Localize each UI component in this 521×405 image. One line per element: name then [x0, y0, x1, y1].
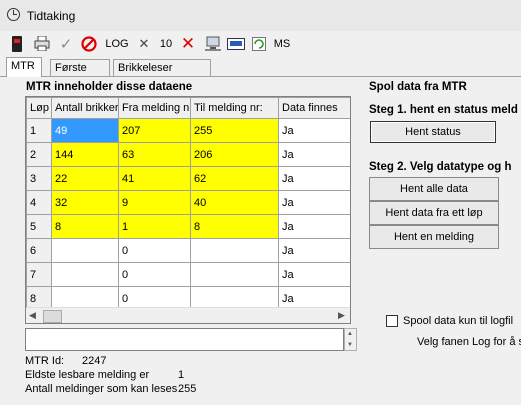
column-header[interactable]: Løp — [26, 97, 52, 119]
table-row[interactable]: 6 0 Ja — [26, 238, 350, 263]
ms-button[interactable]: MS — [271, 35, 293, 52]
scroll-up-icon[interactable]: ▲ — [347, 331, 353, 337]
table-cell[interactable] — [51, 238, 119, 263]
refresh-icon[interactable] — [251, 35, 267, 52]
header-row: Løp Antall brikker Fra melding nr Til me… — [26, 97, 350, 119]
table-cell[interactable]: Ja — [278, 142, 350, 167]
table-row[interactable]: 2 144 63 206 Ja — [26, 142, 350, 167]
step1-label: Steg 1. hent en status meld — [369, 104, 518, 116]
table-cell[interactable]: Ja — [278, 166, 350, 191]
table-row[interactable]: 7 0 Ja — [26, 262, 350, 287]
close-icon[interactable]: ✕ — [179, 34, 197, 53]
table-cell[interactable]: 32 — [51, 190, 119, 215]
check-icon[interactable]: ✓ — [58, 35, 74, 53]
tab-reader-clock[interactable]: Brikkeleser klokke — [113, 59, 211, 90]
spool-log-checkbox[interactable] — [386, 315, 398, 327]
table-cell[interactable]: 63 — [118, 142, 191, 167]
fast-forward-icon[interactable]: ✕ — [136, 35, 152, 52]
scroll-thumb[interactable] — [43, 310, 62, 323]
window-title: Tidtaking — [27, 9, 76, 23]
network-icon[interactable] — [203, 35, 223, 52]
toolbar: ✓ LOG ✕ 10 ✕ MS — [0, 31, 521, 56]
table-cell[interactable]: Ja — [278, 190, 350, 215]
table-row[interactable]: 5 8 1 8 Ja — [26, 214, 350, 239]
data-table: Løp Antall brikker Fra melding nr Til me… — [26, 97, 350, 311]
column-header[interactable]: Data finnes — [278, 97, 350, 119]
table-cell[interactable]: 0 — [118, 238, 191, 263]
table-cell[interactable]: 144 — [51, 142, 119, 167]
table-row[interactable]: 1 49 207 255 Ja — [26, 118, 350, 143]
tab-mtr[interactable]: MTR — [6, 57, 42, 77]
get-status-button[interactable]: Hent status — [370, 121, 496, 143]
table-cell[interactable]: 62 — [190, 166, 279, 191]
tab-strip: MTR Første side Brikkeleser klokke — [0, 57, 521, 90]
count-value: 255 — [178, 383, 197, 395]
table-cell[interactable]: 40 — [190, 190, 279, 215]
table-cell[interactable]: 1 — [118, 214, 191, 239]
column-header[interactable]: Antall brikker — [51, 97, 119, 119]
log-tab-hint: Velg fanen Log for å s — [417, 336, 521, 348]
count-label: Antall meldinger som kan leses — [25, 383, 178, 395]
scroll-right-icon[interactable]: ▶ — [338, 310, 345, 321]
row-header-cell[interactable]: 5 — [26, 214, 52, 239]
table-cell[interactable]: 206 — [190, 142, 279, 167]
table-cell[interactable]: Ja — [278, 214, 350, 239]
reader-icon[interactable] — [227, 35, 245, 52]
scroll-down-icon[interactable]: ▼ — [347, 342, 353, 348]
print-icon[interactable] — [33, 35, 51, 52]
table-cell[interactable]: 0 — [118, 262, 191, 287]
mtr-id-label: MTR Id: — [25, 355, 65, 367]
field-scrollbar[interactable]: ▲ ▼ — [344, 328, 357, 351]
table-cell[interactable]: 49 — [51, 118, 119, 143]
oldest-value: 1 — [178, 369, 185, 381]
title-bar: Tidtaking — [0, 0, 521, 31]
spool-log-label: Spool data kun til logfil — [403, 315, 514, 327]
table-cell[interactable]: 22 — [51, 166, 119, 191]
table-cell[interactable]: 255 — [190, 118, 279, 143]
count-button[interactable]: 10 — [158, 35, 174, 52]
column-header[interactable]: Fra melding nr — [118, 97, 191, 119]
row-header-cell[interactable]: 3 — [26, 166, 52, 191]
row-header-cell[interactable]: 6 — [26, 238, 52, 263]
mtr-id-value: 2247 — [82, 355, 107, 367]
tab-first-page[interactable]: Første side — [50, 59, 110, 90]
row-header-cell[interactable]: 2 — [26, 142, 52, 167]
table-cell[interactable] — [190, 262, 279, 287]
scroll-left-icon[interactable]: ◀ — [29, 310, 36, 321]
get-all-data-button[interactable]: Hent alle data — [369, 177, 499, 201]
step2-label: Steg 2. Velg datatype og h — [369, 161, 512, 173]
data-heading: MTR inneholder disse dataene — [26, 81, 193, 93]
table-cell[interactable] — [51, 262, 119, 287]
message-field[interactable] — [25, 328, 344, 351]
device-icon[interactable] — [10, 35, 24, 52]
table-row[interactable]: 4 32 9 40 Ja — [26, 190, 350, 215]
row-header-cell[interactable]: 1 — [26, 118, 52, 143]
table-cell[interactable]: 9 — [118, 190, 191, 215]
table-cell[interactable]: 41 — [118, 166, 191, 191]
table-row[interactable]: 3 22 41 62 Ja — [26, 166, 350, 191]
get-run-data-button[interactable]: Hent data fra ett løp — [369, 201, 499, 225]
log-button[interactable]: LOG — [104, 35, 130, 52]
get-one-message-button[interactable]: Hent en melding — [369, 225, 499, 249]
spool-heading: Spol data fra MTR — [369, 81, 467, 93]
row-header-cell[interactable]: 4 — [26, 190, 52, 215]
row-header-cell[interactable]: 7 — [26, 262, 52, 287]
table-cell[interactable] — [190, 238, 279, 263]
table-cell[interactable]: Ja — [278, 262, 350, 287]
table-cell[interactable]: 207 — [118, 118, 191, 143]
table-cell[interactable]: 8 — [190, 214, 279, 239]
oldest-label: Eldste lesbare melding er — [25, 369, 150, 381]
clock-icon — [7, 8, 20, 21]
horizontal-scrollbar[interactable]: ◀ ▶ — [26, 307, 350, 323]
data-grid[interactable]: Løp Antall brikker Fra melding nr Til me… — [25, 96, 351, 324]
table-cell[interactable]: 8 — [51, 214, 119, 239]
table-cell[interactable]: Ja — [278, 238, 350, 263]
column-header[interactable]: Til melding nr: — [190, 97, 279, 119]
stop-icon[interactable] — [80, 35, 98, 52]
table-cell[interactable]: Ja — [278, 118, 350, 143]
